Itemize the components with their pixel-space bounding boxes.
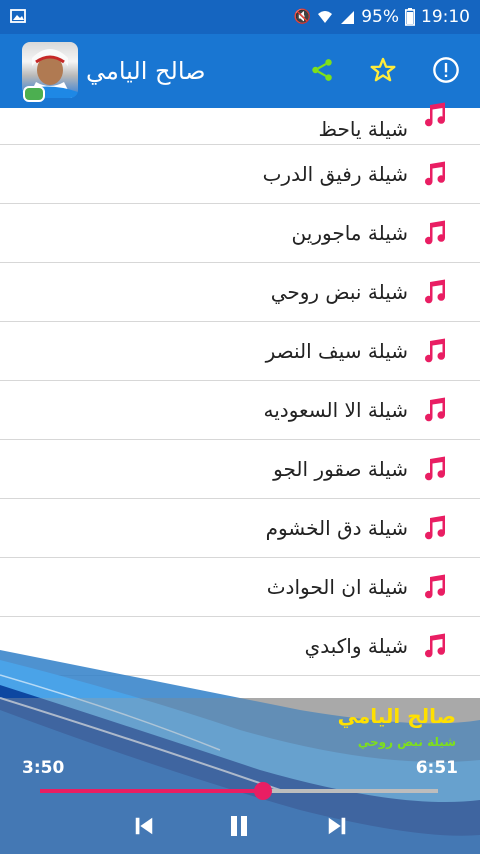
list-item-label: شيلة صقور الجو	[273, 457, 408, 481]
star-icon	[370, 57, 396, 82]
seek-thumb[interactable]	[253, 782, 272, 800]
list-item-label: شيلة نبض روحي	[270, 280, 408, 304]
list-item-label: شيلة رفيق الدرب	[262, 162, 408, 186]
avatar-badge	[23, 86, 45, 102]
next-button[interactable]	[317, 808, 357, 844]
list-item[interactable]: شيلة صقور الجو	[0, 440, 480, 499]
pause-button[interactable]	[219, 808, 259, 844]
music-note-icon	[425, 515, 446, 540]
list-item-label: شيلة ماجورين	[291, 221, 408, 245]
music-note-icon	[425, 161, 446, 186]
list-item[interactable]: شيلة ياحظ	[0, 102, 480, 145]
seek-progress	[40, 789, 263, 793]
list-item[interactable]: شيلة سيف النصر	[0, 322, 480, 381]
current-time: 3:50	[22, 758, 65, 778]
list-item[interactable]: شيلة الا السعوديه	[0, 381, 480, 440]
music-note-icon	[425, 338, 446, 363]
share-icon	[312, 59, 332, 81]
list-item-label: شيلة دق الخشوم	[265, 516, 408, 540]
total-time: 6:51	[415, 758, 458, 778]
info-button[interactable]	[428, 52, 464, 88]
track-list: شيلة ياحظ شيلة رفيق الدرب شيلة ماجورين ش…	[0, 102, 480, 676]
music-note-icon	[425, 220, 446, 245]
player-title: صالح اليامي	[337, 704, 456, 728]
list-item[interactable]: شيلة ماجورين	[0, 204, 480, 263]
app-bar: صالح اليامي	[0, 34, 480, 108]
wifi-icon	[318, 11, 333, 23]
player-subtitle: شيلة نبض روحي	[357, 735, 456, 749]
app-title: صالح اليامي	[86, 57, 206, 85]
mute-icon: 🔇	[293, 9, 312, 25]
signal-icon	[341, 11, 355, 24]
info-icon	[433, 57, 459, 83]
player-panel: صالح اليامي شيلة نبض روحي 3:50 6:51	[0, 650, 480, 854]
music-note-icon	[425, 456, 446, 481]
list-item[interactable]: شيلة نبض روحي	[0, 263, 480, 322]
pause-icon	[231, 816, 247, 836]
seek-bar[interactable]	[40, 782, 438, 800]
battery-percent: 95%	[361, 7, 399, 27]
list-item-label: شيلة الا السعوديه	[263, 398, 408, 422]
previous-button[interactable]	[124, 808, 164, 844]
list-item-label: شيلة ان الحوادث	[266, 575, 408, 599]
clock: 19:10	[421, 7, 470, 27]
list-item-label: شيلة سيف النصر	[265, 339, 408, 363]
status-bar: 🔇 95% 19:10	[0, 0, 480, 34]
music-note-icon	[425, 574, 446, 599]
gallery-notification-icon	[10, 9, 26, 23]
favorite-button[interactable]	[365, 52, 401, 88]
music-note-icon	[425, 397, 446, 422]
list-item[interactable]: شيلة دق الخشوم	[0, 499, 480, 558]
share-button[interactable]	[304, 52, 340, 88]
music-note-icon	[425, 279, 446, 304]
list-item[interactable]: شيلة ان الحوادث	[0, 558, 480, 617]
music-note-icon	[425, 102, 446, 127]
list-item[interactable]: شيلة رفيق الدرب	[0, 145, 480, 204]
next-icon	[328, 817, 346, 835]
battery-icon	[405, 8, 415, 26]
previous-icon	[135, 817, 153, 835]
